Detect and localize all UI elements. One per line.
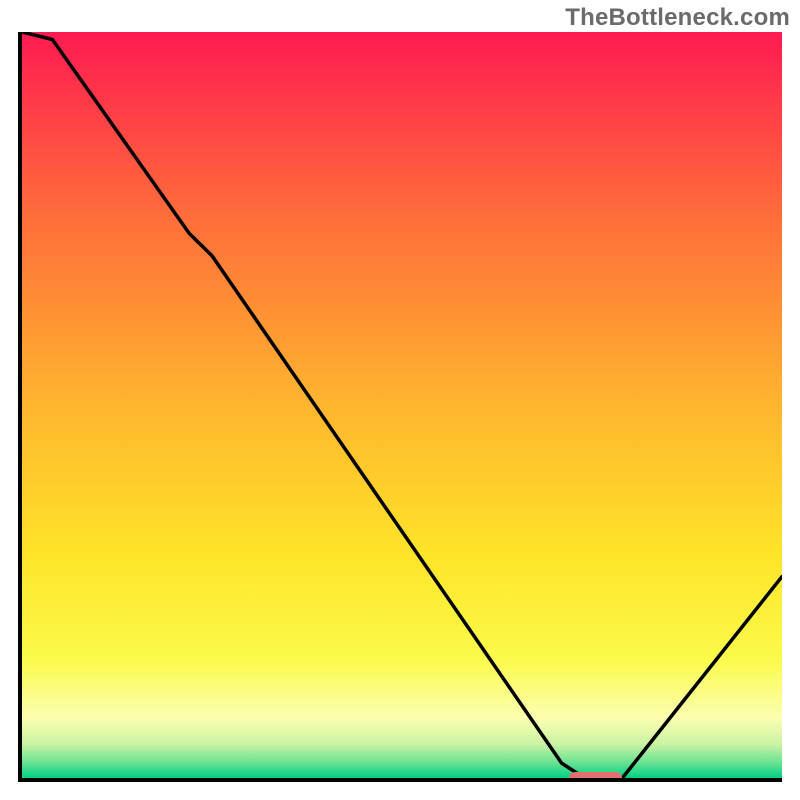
watermark-text: TheBottleneck.com <box>565 4 790 32</box>
chart-canvas: TheBottleneck.com <box>0 0 800 800</box>
optimal-marker <box>569 772 622 782</box>
plot-area <box>18 32 782 782</box>
bottleneck-curve <box>22 32 782 778</box>
